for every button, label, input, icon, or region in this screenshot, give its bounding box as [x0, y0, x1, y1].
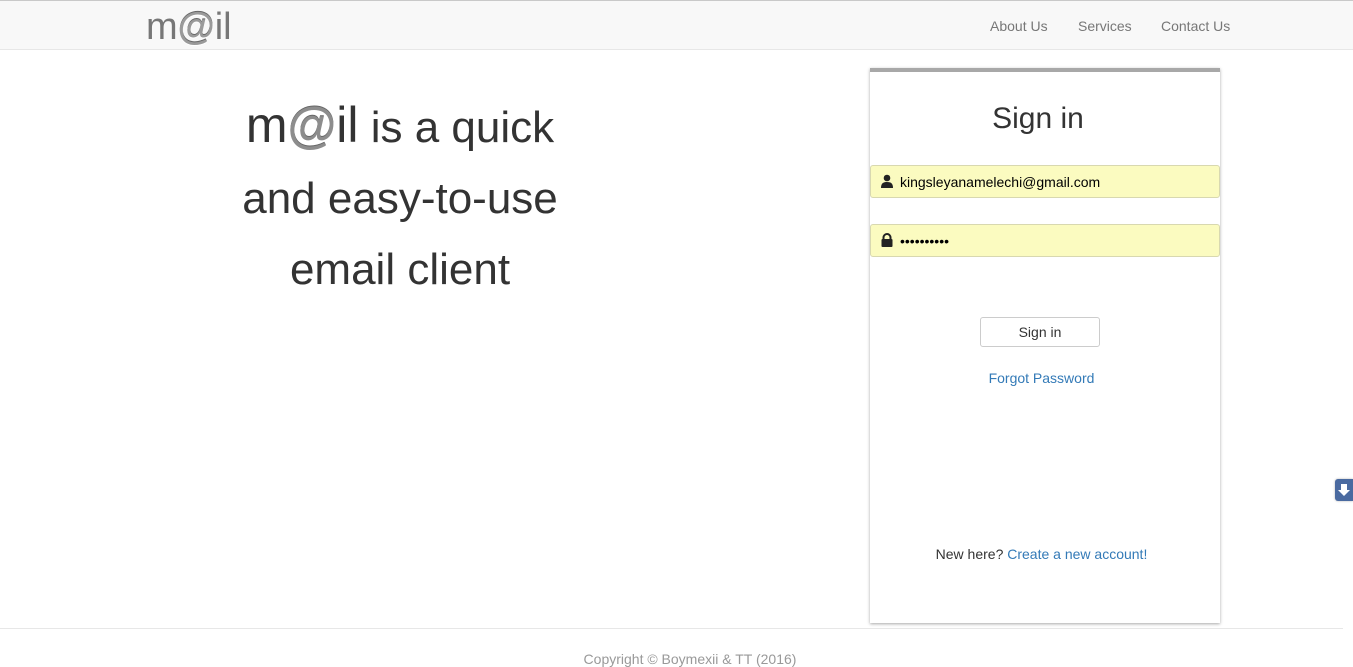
- brand-il: il: [214, 6, 232, 48]
- brand-at: @: [177, 6, 215, 48]
- hero-line-1: m@il is a quick: [200, 90, 600, 163]
- email-field[interactable]: [870, 165, 1220, 198]
- nav-about-us[interactable]: About Us: [990, 18, 1048, 34]
- brand-logo[interactable]: m@il: [146, 7, 232, 47]
- signin-button[interactable]: Sign in: [980, 317, 1100, 347]
- password-input[interactable]: [900, 225, 1200, 256]
- password-field[interactable]: [870, 224, 1220, 257]
- signin-card: Sign in Sign in Forgot Password New here…: [870, 68, 1220, 623]
- nav-services[interactable]: Services: [1078, 18, 1132, 34]
- navbar: m@il About Us Services Contact Us: [0, 0, 1353, 50]
- side-tab-button[interactable]: [1335, 479, 1353, 501]
- hero-brand-m: m: [245, 97, 288, 153]
- user-icon: [881, 174, 893, 188]
- nav-contact-us[interactable]: Contact Us: [1161, 18, 1230, 34]
- signin-title: Sign in: [992, 102, 1084, 135]
- lock-icon: [881, 233, 893, 247]
- forgot-password-row: Forgot Password: [870, 370, 1213, 386]
- forgot-password-link[interactable]: Forgot Password: [989, 370, 1095, 386]
- email-input[interactable]: [900, 166, 1200, 197]
- hero-line-2: and easy-to-use: [242, 174, 558, 223]
- hero-line-3: email client: [289, 245, 511, 294]
- new-here-text: New here?: [935, 546, 1008, 562]
- create-account-link[interactable]: Create a new account!: [1007, 546, 1147, 562]
- hero-brand-at: @: [287, 97, 337, 153]
- footer-divider: [0, 628, 1343, 629]
- hero-line-1-text: is a quick: [358, 103, 555, 152]
- new-account-row: New here? Create a new account!: [870, 546, 1213, 562]
- arrow-down-icon: [1338, 484, 1350, 496]
- hero-tagline: m@il is a quick and easy-to-use email cl…: [200, 90, 600, 305]
- hero-brand-il: il: [336, 97, 359, 153]
- brand-m: m: [146, 6, 178, 48]
- footer-copyright: Copyright © Boymexii & TT (2016): [583, 651, 797, 667]
